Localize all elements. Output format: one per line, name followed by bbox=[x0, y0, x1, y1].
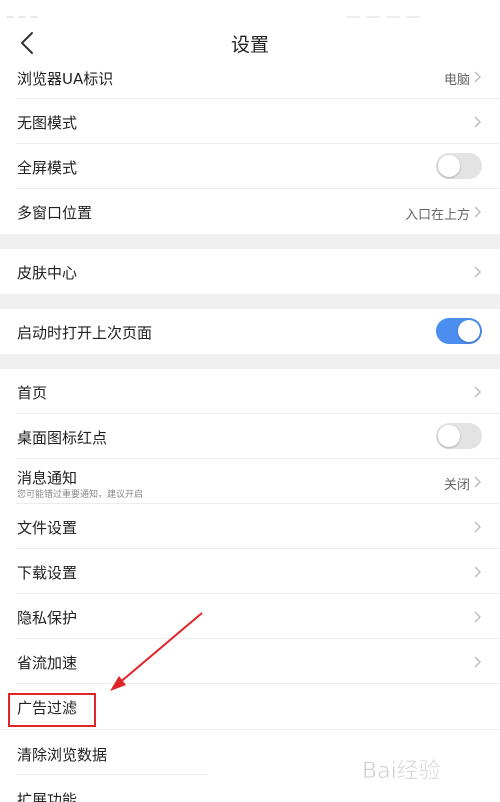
restore-last-toggle[interactable] bbox=[436, 318, 482, 344]
page-title: 设置 bbox=[230, 34, 269, 56]
chevron-right-icon bbox=[474, 521, 481, 533]
chevron-right-icon bbox=[474, 206, 481, 218]
section-gap bbox=[0, 234, 500, 249]
chevron-right-icon bbox=[474, 266, 481, 278]
setting-row-ua[interactable]: 浏览器UA标识 电脑 bbox=[0, 68, 500, 99]
setting-row-file[interactable]: 文件设置 bbox=[0, 504, 500, 549]
setting-value: 关闭 bbox=[443, 478, 470, 493]
setting-label: 皮肤中心 bbox=[17, 264, 78, 282]
status-icons-right bbox=[340, 6, 460, 21]
setting-label: 扩展功能 bbox=[17, 791, 78, 802]
setting-row-fullscreen: 全屏模式 bbox=[0, 144, 500, 189]
setting-label: 省流加速 bbox=[17, 654, 78, 672]
chevron-right-icon bbox=[474, 656, 481, 668]
setting-value: 入口在上方 bbox=[404, 208, 470, 223]
annotation-highlight-box bbox=[8, 693, 96, 727]
setting-label: 首页 bbox=[17, 384, 48, 402]
setting-value: 电脑 bbox=[443, 73, 470, 88]
setting-label: 无图模式 bbox=[17, 114, 78, 132]
watermark-text: Bai经验 bbox=[362, 759, 441, 784]
toggle-knob bbox=[438, 155, 460, 177]
setting-label: 下载设置 bbox=[17, 564, 78, 582]
watermark: Bai经验 bbox=[362, 759, 441, 785]
chevron-right-icon bbox=[474, 71, 481, 83]
status-bar bbox=[0, 0, 500, 21]
setting-row-download[interactable]: 下载设置 bbox=[0, 549, 500, 594]
section-gap bbox=[0, 354, 500, 369]
setting-label: 文件设置 bbox=[17, 519, 78, 537]
chevron-right-icon bbox=[474, 566, 481, 578]
setting-subtext: 您可能错过重要通知，建议开启 bbox=[17, 490, 144, 500]
top-bar: 设置 bbox=[0, 18, 500, 69]
setting-row-privacy[interactable]: 隐私保护 bbox=[0, 594, 500, 639]
setting-label: 全屏模式 bbox=[17, 159, 78, 177]
setting-row-restore-last: 启动时打开上次页面 bbox=[0, 309, 500, 354]
setting-label: 清除浏览数据 bbox=[17, 746, 108, 764]
status-icons-left bbox=[6, 6, 66, 21]
setting-label: 浏览器UA标识 bbox=[17, 70, 114, 88]
chevron-right-icon bbox=[474, 611, 481, 623]
fullscreen-toggle[interactable] bbox=[436, 153, 482, 179]
badge-toggle[interactable] bbox=[436, 423, 482, 449]
setting-label: 多窗口位置 bbox=[17, 204, 93, 222]
setting-row-home[interactable]: 首页 bbox=[0, 369, 500, 414]
chevron-right-icon bbox=[474, 476, 481, 488]
toggle-knob bbox=[458, 320, 480, 342]
section-gap bbox=[0, 294, 500, 309]
setting-row-notification[interactable]: 消息通知 您可能错过重要通知，建议开启 关闭 bbox=[0, 459, 500, 504]
setting-label: 桌面图标红点 bbox=[17, 429, 108, 447]
setting-label: 消息通知 bbox=[17, 469, 78, 487]
setting-row-multiwindow[interactable]: 多窗口位置 入口在上方 bbox=[0, 189, 500, 234]
setting-row-skin[interactable]: 皮肤中心 bbox=[0, 249, 500, 294]
toggle-knob bbox=[438, 425, 460, 447]
setting-row-badge: 桌面图标红点 bbox=[0, 414, 500, 459]
chevron-right-icon bbox=[474, 386, 481, 398]
setting-label: 启动时打开上次页面 bbox=[17, 324, 153, 342]
settings-screen: 设置 浏览器UA标识 电脑 无图模式 全屏模式 多窗口位置 入口在上方 皮肤中心… bbox=[0, 0, 500, 802]
chevron-right-icon bbox=[474, 116, 481, 128]
setting-row-data-saver[interactable]: 省流加速 bbox=[0, 639, 500, 684]
setting-row-no-image[interactable]: 无图模式 bbox=[0, 99, 500, 144]
setting-label: 隐私保护 bbox=[17, 609, 78, 627]
